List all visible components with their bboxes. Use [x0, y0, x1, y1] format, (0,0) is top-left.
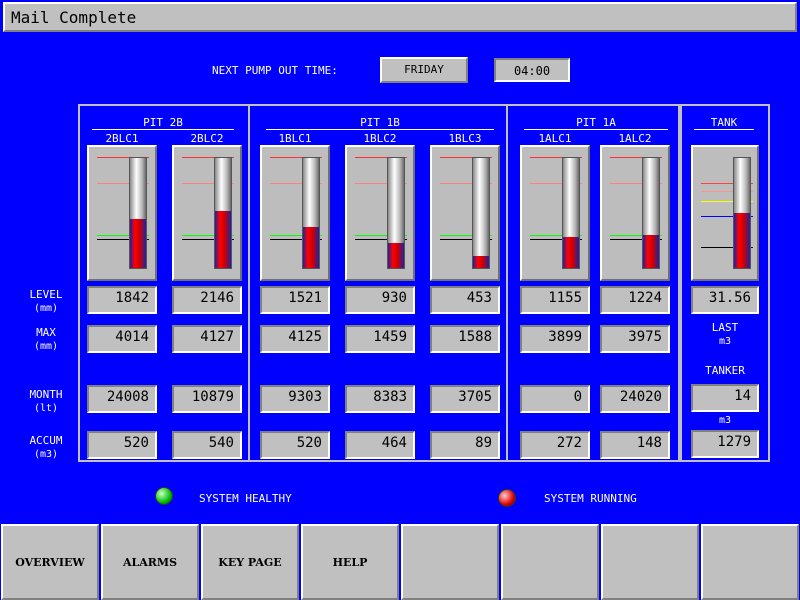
gauge-4-tube: [472, 157, 490, 269]
tanker-value: 14: [691, 384, 759, 412]
month-value-5: 0: [520, 385, 590, 413]
level-gauge-3: [345, 145, 415, 281]
month-value-0: 24008: [87, 385, 157, 413]
gauge-name-3: 1BLC2: [363, 132, 397, 145]
level-value-3: 930: [345, 286, 415, 314]
gauge-3-tube: [387, 157, 405, 269]
level-unit: (mm): [33, 303, 59, 314]
level-value-2: 1521: [260, 286, 330, 314]
gauge-6-fill: [643, 235, 659, 268]
tank-title: TANK: [694, 116, 754, 130]
accum-value-1: 540: [172, 431, 242, 459]
running-indicator-icon: [498, 489, 516, 507]
alarms-button[interactable]: ALARMS: [101, 524, 199, 600]
tank-tube: [733, 157, 751, 269]
max-value-3: 1459: [345, 325, 415, 353]
gauge-5-fill: [563, 237, 579, 268]
accum-value-6: 148: [600, 431, 670, 459]
level-value-1: 2146: [172, 286, 242, 314]
pit-2b-title: PIT 2B: [92, 116, 234, 130]
gauge-name-4: 1BLC3: [448, 132, 482, 145]
gauge-5-tube: [562, 157, 580, 269]
month-unit: (lt): [33, 403, 59, 414]
tank-gauge: [691, 145, 759, 281]
level-value-0: 1842: [87, 286, 157, 314]
max-value-1: 4127: [172, 325, 242, 353]
tank-m3-label: m3: [718, 415, 732, 426]
level-gauge-2: [260, 145, 330, 281]
accum-label: ACCUM: [29, 434, 63, 447]
level-value-6: 1224: [600, 286, 670, 314]
next-pump-out-label: NEXT PUMP OUT TIME:: [212, 64, 338, 77]
tank-m3-value: 1279: [691, 430, 759, 458]
max-unit: (mm): [33, 341, 59, 352]
gauge-name-0: 2BLC1: [105, 132, 139, 145]
window-title: Mail Complete: [3, 2, 797, 32]
function-key-6-button[interactable]: [501, 524, 599, 600]
level-label: LEVEL: [29, 288, 63, 301]
pit-1a-title: PIT 1A: [524, 116, 668, 130]
pump-time-display[interactable]: 04:00: [494, 58, 570, 82]
help-button[interactable]: HELP: [301, 524, 399, 600]
month-value-6: 24020: [600, 385, 670, 413]
gauge-1-tube: [214, 157, 232, 269]
gauge-1-fill: [215, 210, 231, 268]
accum-value-4: 89: [430, 431, 500, 459]
tank-fill: [734, 213, 750, 268]
max-value-4: 1588: [430, 325, 500, 353]
level-value-5: 1155: [520, 286, 590, 314]
gauge-3-fill: [388, 242, 404, 268]
function-key-7-button[interactable]: [601, 524, 699, 600]
level-gauge-4: [430, 145, 500, 281]
function-key-5-button[interactable]: [401, 524, 499, 600]
gauge-0-tube: [129, 157, 147, 269]
month-value-4: 3705: [430, 385, 500, 413]
level-value-4: 453: [430, 286, 500, 314]
tank-level-value: 31.56: [691, 286, 759, 314]
function-key-bar: OVERVIEW ALARMS KEY PAGE HELP: [0, 523, 800, 600]
gauge-4-fill: [473, 255, 489, 268]
month-value-3: 8383: [345, 385, 415, 413]
key-page-button[interactable]: KEY PAGE: [201, 524, 299, 600]
gauge-0-fill: [130, 218, 146, 268]
gauge-name-6: 1ALC2: [618, 132, 652, 145]
level-gauge-6: [600, 145, 670, 281]
month-value-2: 9303: [260, 385, 330, 413]
tanker-label: TANKER: [705, 364, 745, 377]
month-label: MONTH: [29, 388, 63, 401]
level-gauge-1: [172, 145, 242, 281]
system-healthy-label: SYSTEM HEALTHY: [199, 492, 292, 505]
gauge-name-2: 1BLC1: [278, 132, 312, 145]
gauge-2-tube: [302, 157, 320, 269]
max-value-6: 3975: [600, 325, 670, 353]
system-running-label: SYSTEM RUNNING: [544, 492, 637, 505]
max-value-5: 3899: [520, 325, 590, 353]
level-gauge-5: [520, 145, 590, 281]
tank-last-unit: m3: [718, 336, 732, 347]
overview-button[interactable]: OVERVIEW: [1, 524, 99, 600]
healthy-indicator-icon: [155, 487, 173, 505]
pit-1b-title: PIT 1B: [266, 116, 494, 130]
pump-day-display[interactable]: FRIDAY: [380, 57, 468, 83]
max-label: MAX: [36, 326, 56, 339]
accum-unit: (m3): [33, 449, 59, 460]
gauge-name-5: 1ALC1: [538, 132, 572, 145]
tank-last-label: LAST: [711, 321, 739, 334]
gauge-name-1: 2BLC2: [190, 132, 224, 145]
max-value-2: 4125: [260, 325, 330, 353]
accum-value-0: 520: [87, 431, 157, 459]
gauge-2-fill: [303, 227, 319, 268]
gauge-6-tube: [642, 157, 660, 269]
accum-value-2: 520: [260, 431, 330, 459]
max-value-0: 4014: [87, 325, 157, 353]
function-key-8-button[interactable]: [701, 524, 799, 600]
month-value-1: 10879: [172, 385, 242, 413]
level-gauge-0: [87, 145, 157, 281]
accum-value-3: 464: [345, 431, 415, 459]
accum-value-5: 272: [520, 431, 590, 459]
